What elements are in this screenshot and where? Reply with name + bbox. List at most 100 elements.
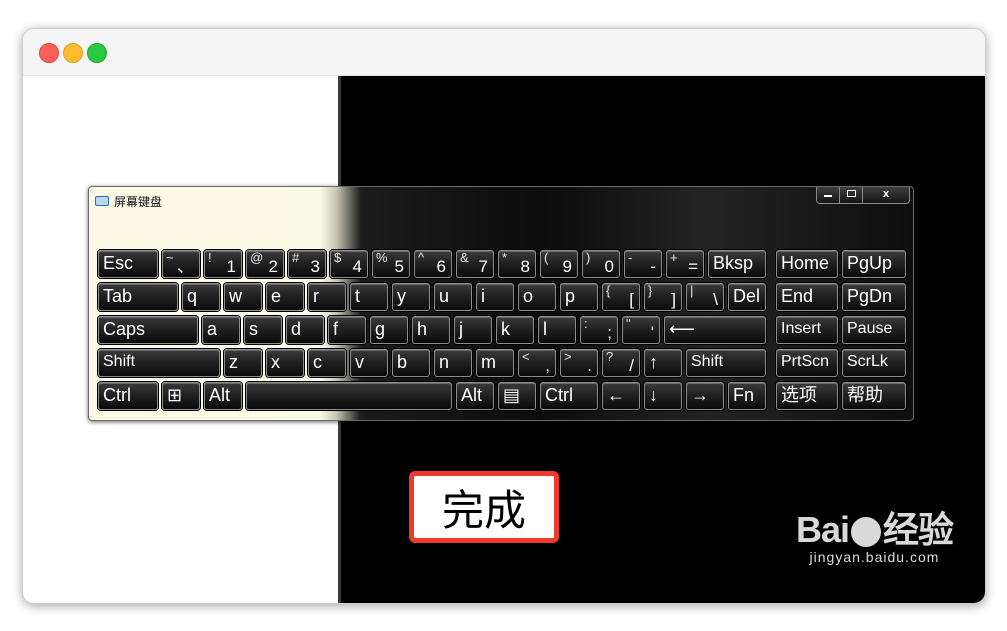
key-lshift[interactable]: Shift — [98, 349, 220, 377]
key-space[interactable] — [246, 382, 452, 410]
key-9[interactable]: (9 — [540, 250, 578, 278]
key-prtscn[interactable]: PrtScn — [776, 349, 838, 377]
key-m[interactable]: m — [476, 349, 514, 377]
osk-maximize-button[interactable] — [840, 187, 863, 204]
key-p[interactable]: p — [560, 283, 598, 311]
key-options[interactable]: 选项 — [776, 382, 838, 410]
key-i[interactable]: i — [476, 283, 514, 311]
key-h[interactable]: h — [412, 316, 450, 344]
key-lbracket[interactable]: {[ — [602, 283, 640, 311]
key-label: - — [650, 257, 656, 276]
key-8[interactable]: * 8 — [498, 250, 536, 278]
key-z[interactable]: z — [224, 349, 262, 377]
key-insert[interactable]: Insert — [776, 316, 838, 344]
key-esc[interactable]: Esc — [98, 250, 158, 278]
key-comma[interactable]: <, — [518, 349, 556, 377]
key-rbracket[interactable]: }] — [644, 283, 682, 311]
key-6[interactable]: ^ 6 — [414, 250, 452, 278]
key-end[interactable]: End — [776, 283, 838, 311]
key-label: ' — [650, 323, 654, 342]
key-lalt[interactable]: Alt — [204, 382, 242, 410]
key-1[interactable]: ! 1 — [204, 250, 242, 278]
key-t[interactable]: t — [350, 283, 388, 311]
key-label: 7 — [478, 257, 488, 276]
key-s[interactable]: s — [244, 316, 282, 344]
key-l[interactable]: l — [538, 316, 576, 344]
osk-title-bar: 屏幕键盘 — [95, 193, 162, 209]
key-label: PrtScn — [781, 353, 830, 370]
osk-close-button[interactable]: x — [863, 187, 910, 204]
key-period[interactable]: >. — [560, 349, 598, 377]
key-w[interactable]: w — [224, 283, 262, 311]
key-d[interactable]: d — [286, 316, 324, 344]
key-label: i — [481, 286, 485, 306]
key-label: → — [691, 385, 709, 405]
key-f[interactable]: f — [328, 316, 366, 344]
key-down[interactable]: ↓ — [644, 382, 682, 410]
key-0[interactable]: ) 0 — [582, 250, 620, 278]
key-semicolon[interactable]: :; — [580, 316, 618, 344]
key-shift-label: ( — [544, 250, 549, 265]
key-label: t — [355, 286, 361, 306]
key-rctrl[interactable]: Ctrl — [540, 382, 598, 410]
close-window-button[interactable] — [39, 43, 59, 63]
key-q[interactable]: q — [182, 283, 220, 311]
minimize-window-button[interactable] — [63, 43, 83, 63]
key-caps[interactable]: Caps — [98, 316, 198, 344]
key-3[interactable]: #3 — [288, 250, 326, 278]
key-scrlk[interactable]: ScrLk — [842, 349, 906, 377]
maximize-window-button[interactable] — [87, 43, 107, 63]
key-label: Pause — [847, 320, 893, 337]
key-j[interactable]: j — [454, 316, 492, 344]
key-tab[interactable]: Tab — [98, 283, 178, 311]
key-7[interactable]: & 7 — [456, 250, 494, 278]
key-k[interactable]: k — [496, 316, 534, 344]
key-shift-label: $ — [334, 250, 342, 265]
key-win[interactable]: ⊞ — [162, 382, 200, 410]
key-ralt[interactable]: Alt — [456, 382, 494, 410]
key-pgup[interactable]: PgUp — [842, 250, 906, 278]
osk-minimize-button[interactable] — [816, 187, 840, 204]
key-o[interactable]: o — [518, 283, 556, 311]
key-g[interactable]: g — [370, 316, 408, 344]
key-right[interactable]: → — [686, 382, 724, 410]
key-n[interactable]: n — [434, 349, 472, 377]
key-minus[interactable]: -- — [624, 250, 662, 278]
key-help[interactable]: 帮助 — [842, 382, 906, 410]
key-label: End — [781, 286, 814, 306]
key-pgdn[interactable]: PgDn — [842, 283, 906, 311]
key-label: l — [543, 319, 547, 339]
key-e[interactable]: e — [266, 283, 304, 311]
key-lctrl[interactable]: Ctrl — [98, 382, 158, 410]
key-x[interactable]: x — [266, 349, 304, 377]
key-del[interactable]: Del — [728, 283, 766, 311]
key-label: z — [229, 352, 238, 372]
key-r[interactable]: r — [308, 283, 346, 311]
key-b[interactable]: b — [392, 349, 430, 377]
key-slash[interactable]: ? / — [602, 349, 640, 377]
key-label: ⊞ — [167, 385, 183, 405]
key-y[interactable]: y — [392, 283, 430, 311]
key-pause[interactable]: Pause — [842, 316, 906, 344]
key-enter[interactable]: ⟵ — [664, 316, 766, 344]
key-label: Insert — [781, 320, 822, 337]
key-5[interactable]: % 5 — [372, 250, 410, 278]
key-up[interactable]: ↑ — [644, 349, 682, 377]
key-quote[interactable]: " ' — [622, 316, 660, 344]
key-left[interactable]: ← — [602, 382, 640, 410]
key-u[interactable]: u — [434, 283, 472, 311]
key-equals[interactable]: + = — [666, 250, 704, 278]
key-v[interactable]: v — [350, 349, 388, 377]
key-2[interactable]: @2 — [246, 250, 284, 278]
key-rshift[interactable]: Shift — [686, 349, 766, 377]
key-home[interactable]: Home — [776, 250, 838, 278]
key-menu[interactable]: ▤ — [498, 382, 536, 410]
key-c[interactable]: c — [308, 349, 346, 377]
key-tilde[interactable]: ~、 — [162, 250, 200, 278]
key-bksp[interactable]: Bksp — [708, 250, 766, 278]
key-4[interactable]: $4 — [330, 250, 368, 278]
key-label: j — [459, 319, 463, 339]
key-backslash[interactable]: | \ — [686, 283, 724, 311]
key-a[interactable]: a — [202, 316, 240, 344]
key-fn[interactable]: Fn — [728, 382, 766, 410]
